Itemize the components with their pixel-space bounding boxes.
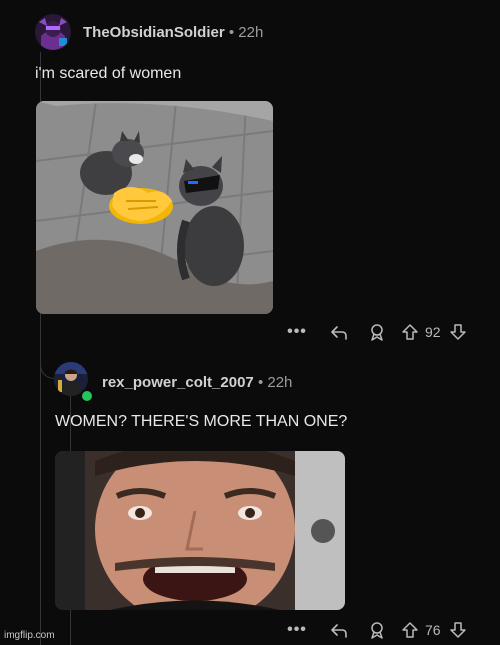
avatar[interactable] (35, 14, 71, 50)
cats-meme-image (36, 101, 273, 314)
username-text[interactable]: rex_power_colt_2007 (102, 374, 254, 391)
comment-actions: ••• 92 (287, 320, 469, 344)
comment-username[interactable]: rex_power_colt_2007 • 22h (102, 374, 292, 391)
online-indicator (80, 389, 94, 403)
separator-dot: • (228, 24, 235, 41)
comment-text: WOMEN? THERE'S MORE THAN ONE? (55, 413, 348, 430)
comment-username[interactable]: TheObsidianSoldier • 22h (83, 24, 263, 41)
timestamp: 22h (238, 24, 264, 41)
comment-image[interactable] (36, 101, 273, 314)
award-icon[interactable] (365, 323, 389, 341)
shocked-face-meme-image (55, 451, 345, 610)
vote-count: 76 (425, 622, 441, 638)
separator-dot: • (257, 374, 264, 391)
downvote-icon[interactable] (447, 621, 469, 639)
downvote-icon[interactable] (447, 323, 469, 341)
upvote-icon[interactable] (399, 621, 421, 639)
reply-icon[interactable] (327, 621, 351, 639)
comment-image[interactable] (55, 451, 345, 610)
timestamp: 22h (267, 374, 293, 391)
reply-icon[interactable] (327, 323, 351, 341)
comment-text: i'm scared of women (35, 65, 182, 82)
comment-actions: ••• 76 (287, 618, 469, 642)
vote-count: 92 (425, 324, 441, 340)
upvote-icon[interactable] (399, 323, 421, 341)
username-text[interactable]: TheObsidianSoldier (83, 24, 225, 41)
imgflip-watermark: imgflip.com (4, 630, 55, 641)
more-options-button[interactable]: ••• (287, 621, 307, 639)
more-options-button[interactable]: ••• (287, 323, 307, 341)
award-icon[interactable] (365, 621, 389, 639)
